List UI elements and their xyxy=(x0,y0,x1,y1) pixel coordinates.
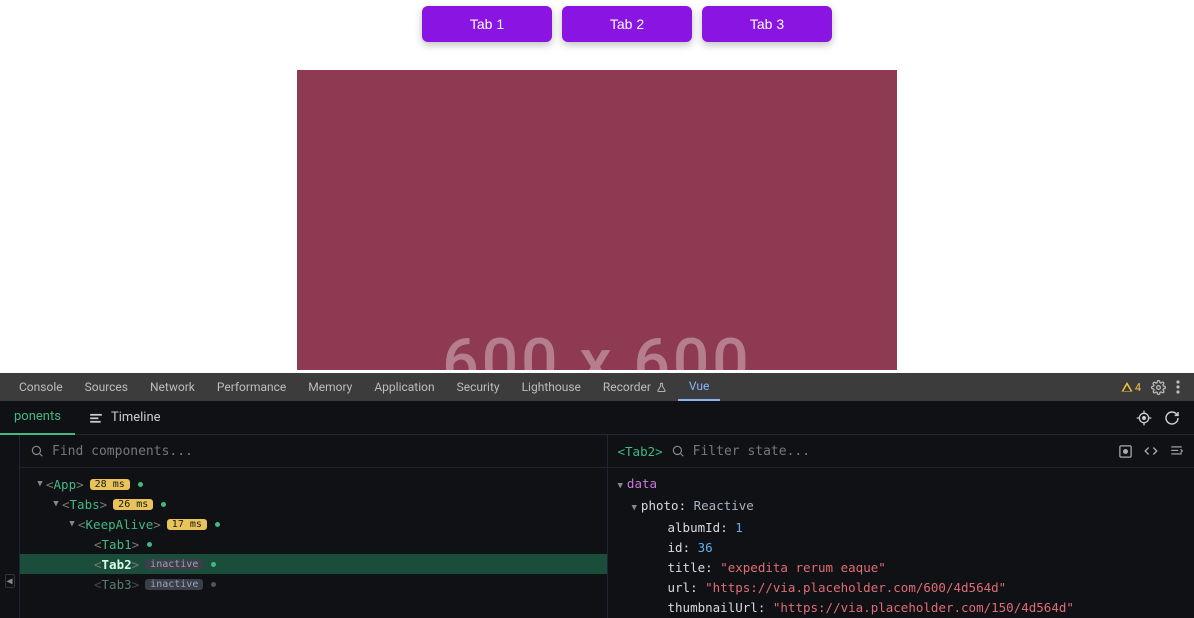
devtools-tab-lighthouse[interactable]: Lighthouse xyxy=(511,373,592,401)
warnings-count: 4 xyxy=(1135,381,1141,394)
devtools-tab-recorder[interactable]: Recorder xyxy=(592,373,678,401)
vue-subtab-timeline[interactable]: Timeline xyxy=(75,401,175,435)
timeline-icon xyxy=(89,411,103,425)
devtools-tab-recorder-label: Recorder xyxy=(603,380,651,394)
components-search-row xyxy=(20,435,607,468)
app-viewport: Tab 1 Tab 2 Tab 3 600 x 600 xyxy=(0,0,1194,373)
vue-subtab-components-label: ponents xyxy=(14,409,61,424)
kebab-icon[interactable] xyxy=(1176,380,1180,394)
warnings-badge[interactable]: 4 xyxy=(1121,381,1141,394)
active-dot-icon xyxy=(161,502,166,507)
active-dot-icon xyxy=(211,562,216,567)
tree-row-tab1[interactable]: <Tab1> xyxy=(20,534,607,554)
active-dot-icon xyxy=(147,542,152,547)
devtools-tab-sources[interactable]: Sources xyxy=(74,373,139,401)
left-rail: ◀ xyxy=(0,435,20,618)
devtools-tab-memory[interactable]: Memory xyxy=(297,373,363,401)
placeholder-image: 600 x 600 xyxy=(297,70,897,370)
state-search-row: <Tab2> xyxy=(608,435,1194,468)
devtools-tab-network[interactable]: Network xyxy=(139,373,206,401)
flask-icon xyxy=(656,382,667,393)
locate-icon[interactable] xyxy=(1136,410,1152,426)
vue-subtab-components[interactable]: ponents xyxy=(0,401,75,435)
devtools-tab-console[interactable]: Console xyxy=(8,373,74,401)
tree-row-keepalive[interactable]: ▼<KeepAlive> 17 ms xyxy=(20,514,607,534)
inactive-dot-icon xyxy=(211,582,216,587)
tabs-row: Tab 1 Tab 2 Tab 3 xyxy=(422,0,832,42)
format-icon[interactable] xyxy=(1169,444,1184,459)
tree-row-tab2[interactable]: <Tab2> inactive xyxy=(20,554,607,574)
search-icon xyxy=(671,444,685,458)
tree-row-tab3[interactable]: <Tab3> inactive xyxy=(20,574,607,594)
vue-body: ◀ ▼<App> 28 ms ▼<Tabs> 26 ms ▼<KeepAlive… xyxy=(0,435,1194,618)
devtools-tab-application[interactable]: Application xyxy=(363,373,445,401)
tree-row-tabs[interactable]: ▼<Tabs> 26 ms xyxy=(20,494,607,514)
inactive-badge: inactive xyxy=(145,559,203,570)
devtools-tab-performance[interactable]: Performance xyxy=(206,373,297,401)
active-dot-icon xyxy=(215,522,220,527)
search-icon xyxy=(30,444,44,458)
selected-component-tag: <Tab2> xyxy=(618,444,663,459)
tab-3-button[interactable]: Tab 3 xyxy=(702,6,832,42)
perf-badge: 26 ms xyxy=(113,499,153,510)
state-search-input[interactable] xyxy=(693,444,1110,459)
components-panel: ▼<App> 28 ms ▼<Tabs> 26 ms ▼<KeepAlive> … xyxy=(20,435,608,618)
tree-row-app[interactable]: ▼<App> 28 ms xyxy=(20,474,607,494)
code-icon[interactable] xyxy=(1143,444,1159,459)
inactive-badge: inactive xyxy=(145,579,203,590)
active-dot-icon xyxy=(138,482,143,487)
rail-collapse-icon[interactable]: ◀ xyxy=(5,574,15,588)
devtools-tabstrip: Console Sources Network Performance Memo… xyxy=(0,373,1194,401)
gear-icon[interactable] xyxy=(1151,380,1166,395)
refresh-icon[interactable] xyxy=(1164,410,1180,426)
perf-badge: 28 ms xyxy=(90,479,130,490)
vue-subheader: ponents Timeline xyxy=(0,401,1194,435)
tab-2-button[interactable]: Tab 2 xyxy=(562,6,692,42)
tab-1-button[interactable]: Tab 1 xyxy=(422,6,552,42)
perf-badge: 17 ms xyxy=(167,519,207,530)
state-panel: <Tab2> ▼data ▼photo: Reactive albumId: 1 xyxy=(608,435,1194,618)
state-tree[interactable]: ▼data ▼photo: Reactive albumId: 1 id: 36… xyxy=(608,468,1194,618)
vue-subtab-timeline-label: Timeline xyxy=(111,410,161,425)
scroll-to-icon[interactable] xyxy=(1118,444,1133,459)
components-tree[interactable]: ▼<App> 28 ms ▼<Tabs> 26 ms ▼<KeepAlive> … xyxy=(20,468,607,618)
devtools-tab-vue[interactable]: Vue xyxy=(678,373,720,401)
components-search-input[interactable] xyxy=(52,444,597,459)
devtools-tab-security[interactable]: Security xyxy=(446,373,511,401)
placeholder-image-text: 600 x 600 xyxy=(442,325,751,370)
